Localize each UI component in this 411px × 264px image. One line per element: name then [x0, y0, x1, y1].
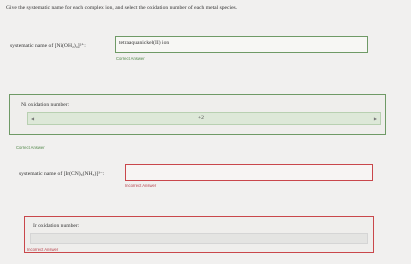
q4-label: Ir oxidation number: — [33, 223, 80, 229]
q2-selected-value: +2 — [198, 115, 204, 121]
q2-oxidation-select[interactable]: ◀ +2 ▶ — [27, 112, 381, 125]
left-arrow-icon: ◀ — [31, 116, 35, 121]
q1-feedback: Correct Answer — [116, 56, 145, 61]
q1-answer-field[interactable]: tetraaquanickel(II) ion — [115, 36, 368, 53]
q2-feedback: Correct Answer — [16, 145, 45, 150]
q3-feedback: Incorrect Answer — [125, 183, 157, 188]
q3-answer-field[interactable] — [125, 164, 373, 181]
q2-label: Ni oxidation number: — [21, 102, 70, 108]
q1-label: systematic name of [Ni(OH₂)₄]²⁺: — [10, 43, 86, 49]
q4-panel: Ir oxidation number: Incorrect Answer — [24, 216, 374, 253]
q2-panel: Ni oxidation number: ◀ +2 ▶ — [9, 94, 386, 135]
q3-label: systematic name of [Ir(CN)₆(NH₃)]³⁻: — [19, 171, 105, 177]
q4-feedback: Incorrect Answer — [27, 247, 59, 252]
right-arrow-icon: ▶ — [373, 116, 377, 121]
q4-oxidation-select[interactable] — [30, 233, 368, 244]
instructions-text: Give the systematic name for each comple… — [6, 5, 238, 11]
